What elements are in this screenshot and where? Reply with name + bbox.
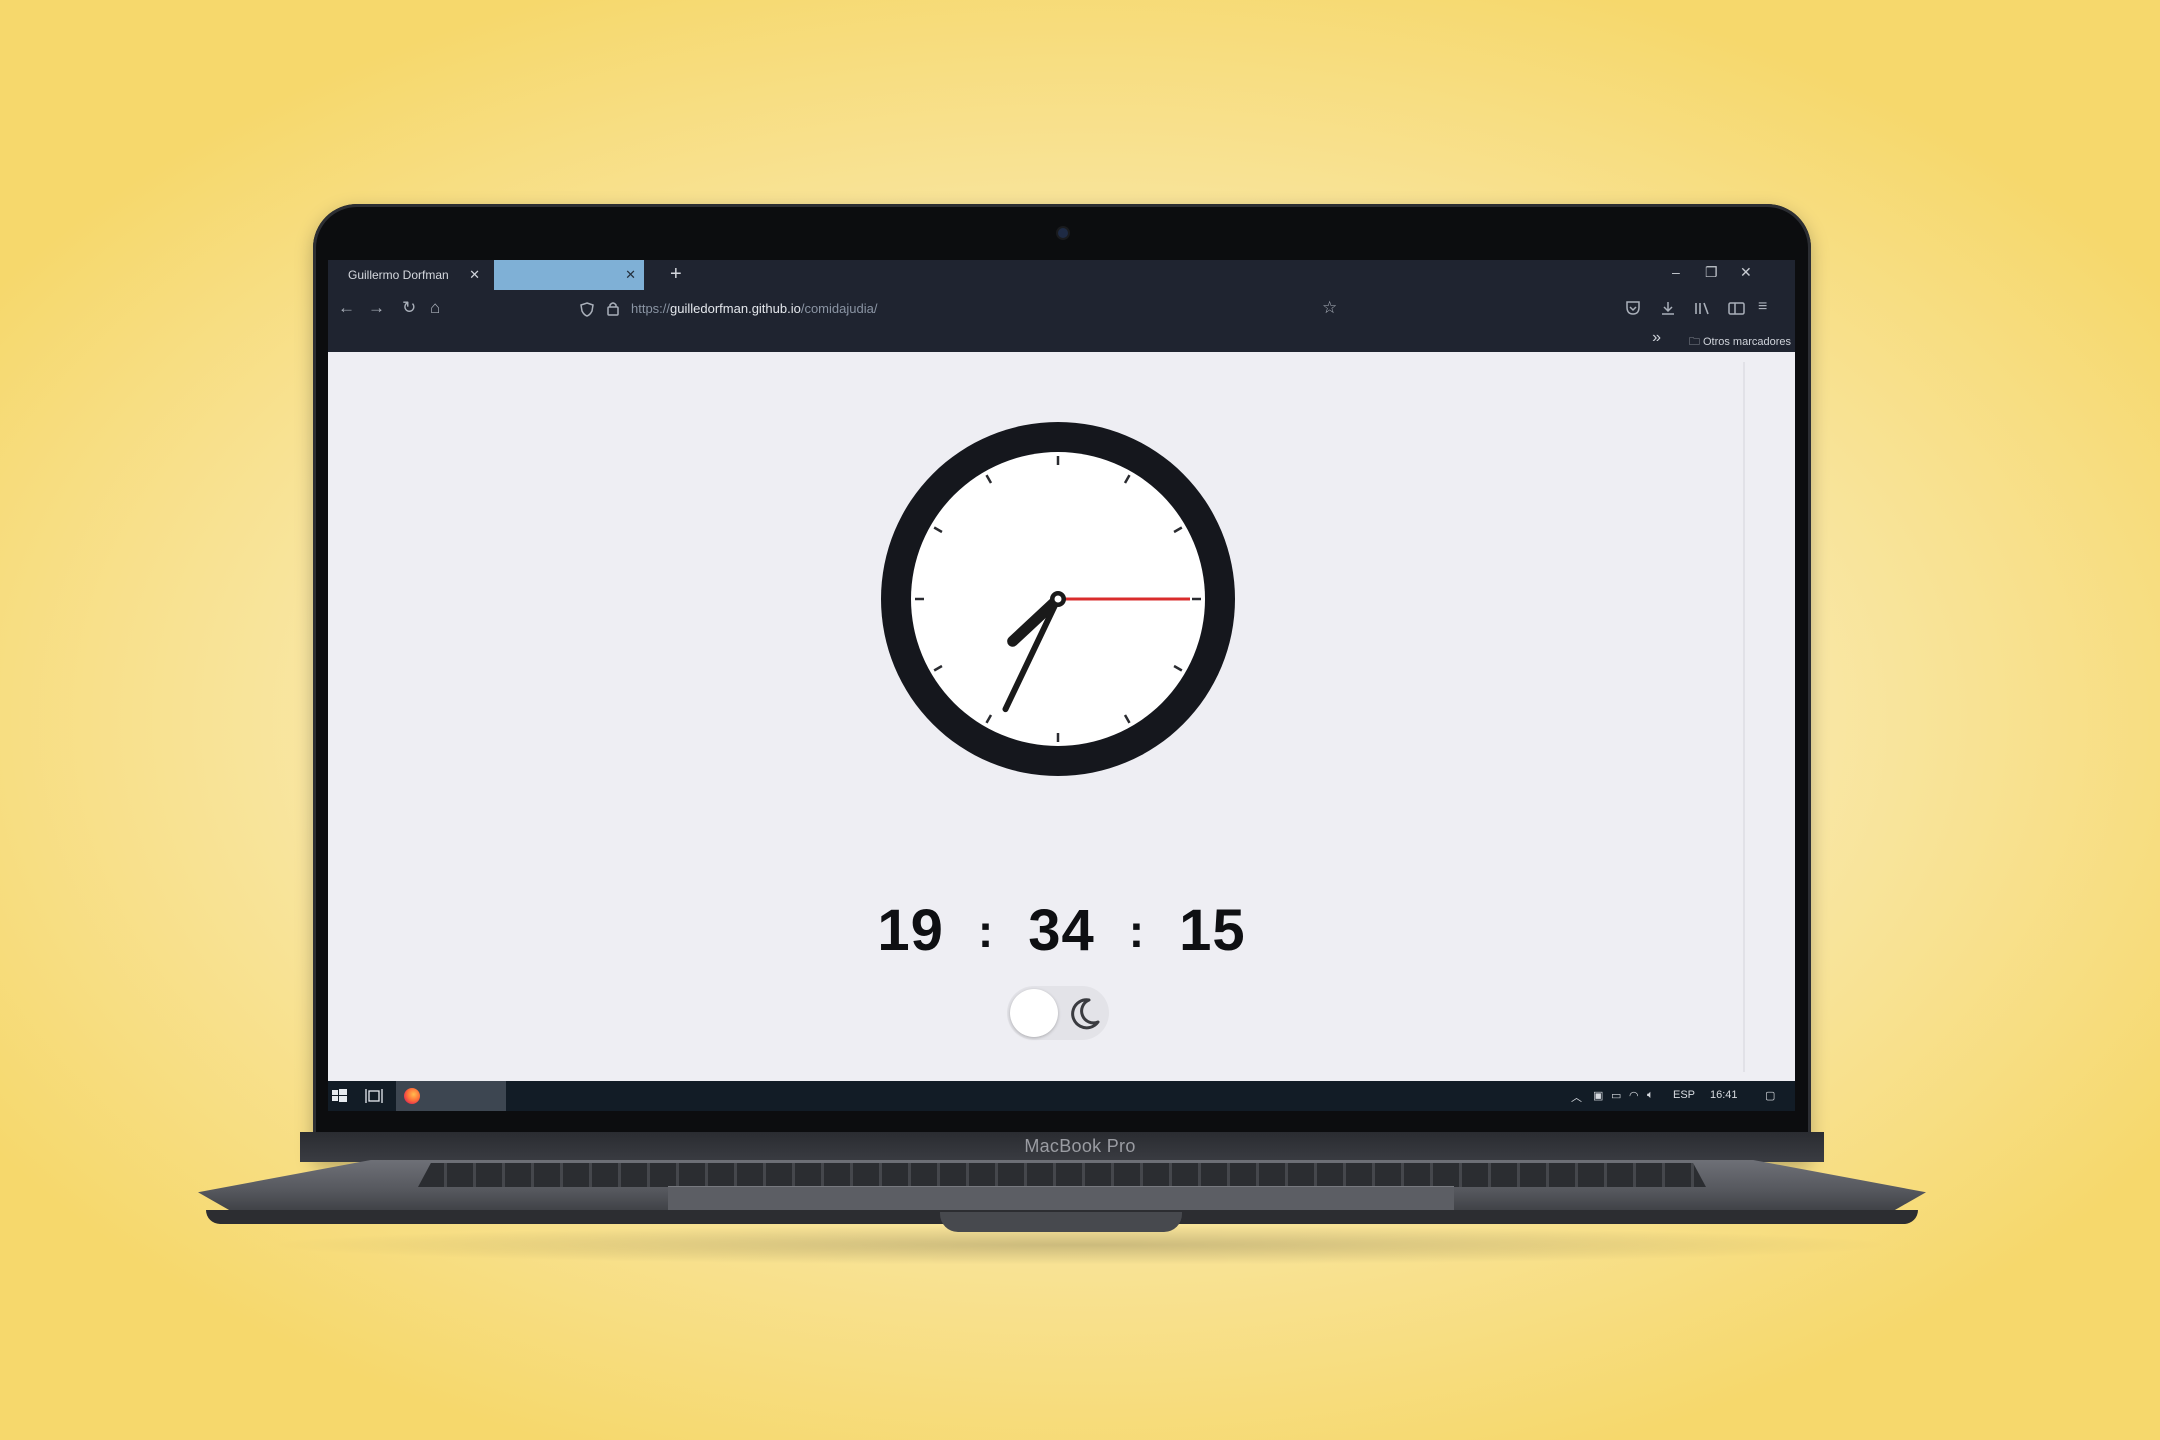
theme-toggle[interactable] [1007,986,1109,1040]
bookmarks-folder-label: Otros marcadores [1702,336,1791,348]
device-brand: MacBook Pro [1024,1136,1136,1156]
pocket-icon[interactable] [1625,301,1641,315]
tab-label: Guillermo Dorfman [348,268,449,282]
scrollbar[interactable] [1743,362,1745,1072]
folder-icon: 🗀 [1688,336,1703,348]
url-scheme: https:// [631,301,671,316]
tab-guillermo-dorfman[interactable]: Guillermo Dorfman ✕ [328,260,488,290]
url-host: guilledorfman.github.io [670,301,801,316]
sidebar-icon[interactable] [1728,302,1745,315]
back-icon[interactable]: ← [338,298,355,318]
wifi-icon[interactable]: ◠ [1629,1089,1639,1102]
taskbar-clock[interactable]: 16:41 [1710,1089,1738,1101]
tab-active[interactable]: ✕ [494,260,644,290]
minutes-value: 34 [1028,898,1095,963]
system-tray: ︿ ▣ ▭ ◠ 🔈︎ ESP 16:41 ▢ [1565,1081,1795,1111]
hours-value: 19 [877,898,944,963]
url-path: /comidajudia/ [800,301,878,316]
webcam [1058,228,1068,238]
chevron-right-icon[interactable]: » [1652,329,1661,347]
volume-icon[interactable]: 🔈︎ [1647,1089,1654,1102]
minimize-icon[interactable]: – [1672,264,1680,280]
windows-start-icon[interactable] [328,1081,352,1111]
shield-icon[interactable] [580,302,594,317]
navigation-bar: ← → ↻ ⌂ https://guilledorfman.github.io/… [328,290,1795,328]
time-separator: : [977,905,995,957]
seconds-value: 15 [1179,898,1246,963]
notifications-icon[interactable]: ▢ [1765,1089,1775,1102]
new-tab-button[interactable]: + [670,263,682,286]
moon-icon [1071,998,1100,1030]
close-icon[interactable]: ✕ [469,267,480,283]
digital-time: 19:34:15 [328,897,1795,964]
lock-icon [607,302,619,316]
battery-icon[interactable]: ▭ [1611,1089,1621,1102]
reload-icon[interactable]: ↻ [402,298,416,318]
chevron-up-icon[interactable]: ︿ [1571,1089,1582,1105]
menu-icon[interactable]: ≡ [1758,298,1767,316]
trackpad [668,1186,1454,1213]
lid-notch [940,1212,1182,1232]
restore-icon[interactable]: ❐ [1705,264,1718,281]
bookmarks-bar: » 🗀 Otros marcadores [328,328,1795,352]
analog-clock [881,422,1235,776]
laptop-screen: Guillermo Dorfman ✕ ✕ + – ❐ ✕ ← → ↻ ⌂ ht… [328,260,1795,1111]
time-separator: : [1128,905,1146,957]
toggle-knob[interactable] [1010,989,1058,1037]
bookmarks-folder[interactable]: 🗀 Otros marcadores [1689,333,1791,352]
download-icon[interactable] [1660,301,1676,316]
tab-bar: Guillermo Dorfman ✕ ✕ + – ❐ ✕ [328,260,1795,290]
keyboard [418,1163,1706,1187]
library-icon[interactable] [1694,301,1710,316]
firefox-icon [404,1088,420,1104]
close-icon[interactable]: ✕ [625,267,636,283]
taskbar-firefox[interactable] [396,1081,506,1111]
close-window-icon[interactable]: ✕ [1740,264,1752,281]
home-icon[interactable]: ⌂ [430,298,440,318]
security-icon[interactable]: ▣ [1593,1089,1603,1102]
task-view-icon[interactable] [362,1081,386,1111]
star-icon[interactable]: ☆ [1322,298,1337,318]
taskbar: ︿ ▣ ▭ ◠ 🔈︎ ESP 16:41 ▢ [328,1081,1795,1111]
url-bar[interactable]: https://guilledorfman.github.io/comidaju… [631,301,877,316]
forward-icon[interactable]: → [368,298,385,318]
page-content: 19:34:15 [328,352,1795,1081]
language-indicator[interactable]: ESP [1673,1089,1695,1101]
clock-center-dot [1054,595,1062,603]
